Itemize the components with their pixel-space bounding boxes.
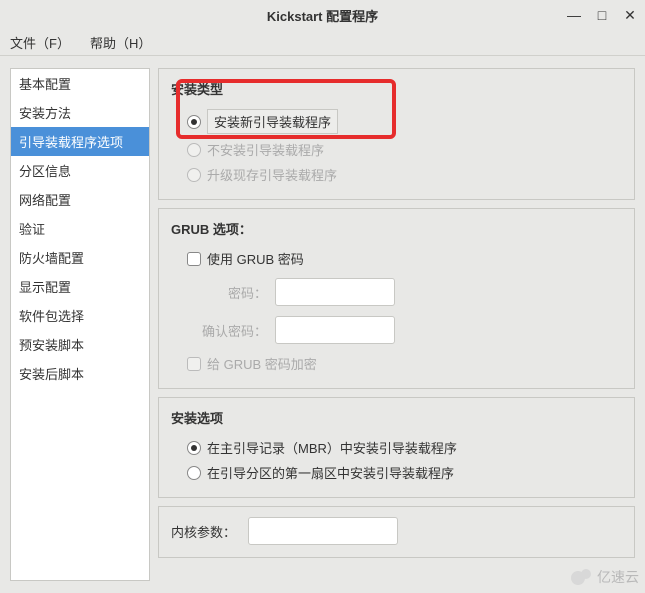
- radio-icon: [187, 168, 201, 182]
- password-input[interactable]: [275, 278, 395, 306]
- sidebar-item-packages[interactable]: 软件包选择: [11, 301, 149, 330]
- install-options-title: 安装选项: [171, 408, 622, 427]
- radio-install-mbr[interactable]: 在主引导记录（MBR）中安装引导装载程序: [171, 435, 622, 460]
- sidebar: 基本配置 安装方法 引导装载程序选项 分区信息 网络配置 验证 防火墙配置 显示…: [10, 68, 150, 581]
- sidebar-item-basic[interactable]: 基本配置: [11, 69, 149, 98]
- watermark-text: 亿速云: [597, 567, 639, 587]
- password-label: 密码：: [187, 283, 267, 302]
- cloud-icon: [571, 569, 593, 585]
- titlebar: Kickstart 配置程序 — □ ✕: [0, 0, 645, 30]
- grub-options-group: GRUB 选项： 使用 GRUB 密码 密码： 确认密码： 给 GRUB 密码加…: [158, 208, 635, 389]
- radio-icon: [187, 441, 201, 455]
- checkbox-label: 使用 GRUB 密码: [207, 249, 304, 268]
- radio-label: 在引导分区的第一扇区中安装引导装载程序: [207, 463, 454, 482]
- sidebar-item-display[interactable]: 显示配置: [11, 272, 149, 301]
- radio-label: 不安装引导装载程序: [207, 140, 324, 159]
- kernel-params-group: 内核参数：: [158, 506, 635, 558]
- radio-icon: [187, 115, 201, 129]
- menubar: 文件（F） 帮助（H）: [0, 30, 645, 56]
- radio-upgrade: 升级现存引导装载程序: [171, 162, 622, 187]
- radio-install-new[interactable]: 安装新引导装载程序: [171, 106, 622, 137]
- confirm-password-label: 确认密码：: [187, 321, 267, 340]
- checkbox-label: 给 GRUB 密码加密: [207, 354, 317, 373]
- watermark: 亿速云: [571, 567, 639, 587]
- sidebar-item-firewall[interactable]: 防火墙配置: [11, 243, 149, 272]
- window-title: Kickstart 配置程序: [267, 6, 378, 25]
- radio-install-first-sector[interactable]: 在引导分区的第一扇区中安装引导装载程序: [171, 460, 622, 485]
- radio-icon: [187, 143, 201, 157]
- maximize-button[interactable]: □: [595, 8, 609, 22]
- radio-no-install: 不安装引导装载程序: [171, 137, 622, 162]
- radio-label: 安装新引导装载程序: [207, 109, 338, 134]
- checkbox-encrypt-password: 给 GRUB 密码加密: [171, 351, 622, 376]
- sidebar-item-partition[interactable]: 分区信息: [11, 156, 149, 185]
- checkbox-icon: [187, 357, 201, 371]
- radio-label: 升级现存引导装载程序: [207, 165, 337, 184]
- grub-title: GRUB 选项：: [171, 219, 622, 238]
- main-panel: 安装类型 安装新引导装载程序 不安装引导装载程序 升级现存引导装载程序 GRUB…: [158, 68, 635, 581]
- window-controls: — □ ✕: [567, 0, 637, 30]
- kernel-params-input[interactable]: [248, 517, 398, 545]
- content-area: 基本配置 安装方法 引导装载程序选项 分区信息 网络配置 验证 防火墙配置 显示…: [0, 56, 645, 593]
- sidebar-item-preinstall[interactable]: 预安装脚本: [11, 330, 149, 359]
- radio-label: 在主引导记录（MBR）中安装引导装载程序: [207, 438, 457, 457]
- radio-icon: [187, 466, 201, 480]
- confirm-password-input[interactable]: [275, 316, 395, 344]
- install-options-group: 安装选项 在主引导记录（MBR）中安装引导装载程序 在引导分区的第一扇区中安装引…: [158, 397, 635, 498]
- sidebar-item-auth[interactable]: 验证: [11, 214, 149, 243]
- sidebar-item-bootloader[interactable]: 引导装载程序选项: [11, 127, 149, 156]
- sidebar-item-network[interactable]: 网络配置: [11, 185, 149, 214]
- sidebar-item-install-method[interactable]: 安装方法: [11, 98, 149, 127]
- minimize-button[interactable]: —: [567, 8, 581, 22]
- sidebar-item-postinstall[interactable]: 安装后脚本: [11, 359, 149, 388]
- password-row: 密码：: [171, 275, 622, 309]
- install-type-group: 安装类型 安装新引导装载程序 不安装引导装载程序 升级现存引导装载程序: [158, 68, 635, 200]
- close-button[interactable]: ✕: [623, 8, 637, 22]
- checkbox-icon: [187, 252, 201, 266]
- checkbox-use-grub-password[interactable]: 使用 GRUB 密码: [171, 246, 622, 271]
- menu-file[interactable]: 文件（F）: [4, 30, 76, 55]
- menu-help[interactable]: 帮助（H）: [84, 30, 157, 55]
- confirm-password-row: 确认密码：: [171, 313, 622, 347]
- kernel-params-label: 内核参数：: [171, 522, 236, 541]
- install-type-title: 安装类型: [171, 79, 622, 98]
